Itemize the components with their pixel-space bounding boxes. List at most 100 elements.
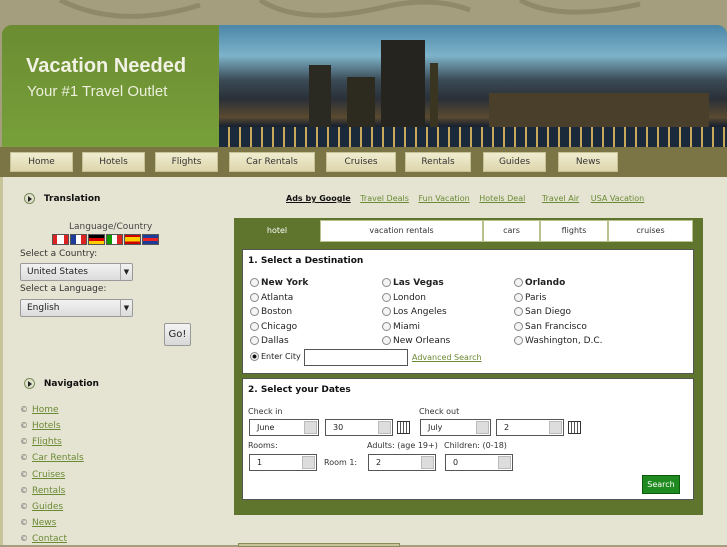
city-skyline-image — [219, 25, 727, 148]
arrow-bullet-icon — [24, 193, 35, 204]
sidenav-label[interactable]: Flights — [32, 437, 62, 447]
nav-flights[interactable]: Flights — [155, 152, 218, 172]
nav-news[interactable]: News — [558, 152, 618, 172]
country-select[interactable]: United States ▼ — [20, 263, 133, 281]
bullet-icon: © — [20, 437, 28, 446]
calendar-icon[interactable] — [568, 421, 581, 434]
sidenav-cruises[interactable]: © Cruises — [20, 470, 65, 480]
navigation-title: Navigation — [43, 379, 99, 389]
nav-home[interactable]: Home — [10, 152, 73, 172]
language-select[interactable]: English ▼ — [20, 299, 133, 317]
brand-panel: Vacation Needed Your #1 Travel Outlet — [2, 25, 219, 148]
sidenav-home[interactable]: © Home — [20, 405, 59, 415]
adults-select[interactable]: 2 — [368, 454, 436, 471]
sidenav-label[interactable]: Cruises — [32, 470, 65, 480]
flag-france-icon[interactable] — [70, 234, 87, 245]
bullet-icon: © — [20, 405, 28, 414]
checkin-month-select[interactable]: June — [249, 419, 319, 436]
sidenav-label[interactable]: Hotels — [32, 421, 61, 431]
dest-san-francisco[interactable]: San Francisco — [514, 322, 587, 332]
dest-paris[interactable]: Paris — [514, 293, 546, 303]
bottom-box — [238, 543, 400, 547]
navigation-heading: Navigation — [24, 378, 99, 389]
sidenav-guides[interactable]: © Guides — [20, 502, 63, 512]
dest-dallas[interactable]: Dallas — [250, 336, 289, 346]
site-title: Vacation Needed — [26, 55, 187, 77]
tab-flights[interactable]: flights — [540, 220, 608, 242]
country-value: United States — [27, 267, 88, 277]
rooms-label: Rooms: — [248, 441, 278, 450]
sidenav-car-rentals[interactable]: © Car Rentals — [20, 453, 84, 463]
flag-italy-icon[interactable] — [106, 234, 123, 245]
dest-chicago[interactable]: Chicago — [250, 322, 297, 332]
dates-box: 2. Select your Dates Check in Check out … — [242, 378, 694, 500]
ads-by-google-link[interactable]: Ads by Google — [286, 194, 351, 203]
translation-heading: Translation — [24, 193, 100, 204]
search-button[interactable]: Search — [642, 475, 680, 494]
dest-new-york[interactable]: New York — [250, 278, 308, 288]
rooms-select[interactable]: 1 — [249, 454, 317, 471]
ad-link[interactable]: Hotels Deal — [479, 194, 525, 203]
flag-spain-icon[interactable] — [124, 234, 141, 245]
checkin-day-select[interactable]: 30 — [325, 419, 393, 436]
sidenav-label[interactable]: Guides — [32, 502, 63, 512]
tab-vacation-rentals[interactable]: vacation rentals — [320, 220, 483, 242]
dest-las-vegas[interactable]: Las Vegas — [382, 278, 444, 288]
ad-link[interactable]: Travel Deals — [360, 194, 409, 203]
decorative-swirl — [58, 0, 641, 19]
ad-link[interactable]: Travel Air — [542, 194, 579, 203]
ad-link[interactable]: USA Vacation — [591, 194, 644, 203]
checkout-day-select[interactable]: 2 — [496, 419, 564, 436]
sidenav-label[interactable]: Home — [32, 405, 59, 415]
sidenav-label[interactable]: Car Rentals — [32, 453, 84, 463]
enter-city-radio[interactable]: Enter City — [250, 352, 301, 361]
dest-san-diego[interactable]: San Diego — [514, 307, 571, 317]
flag-uk-icon[interactable] — [142, 234, 159, 245]
dest-los-angeles[interactable]: Los Angeles — [382, 307, 447, 317]
sidenav-flights[interactable]: © Flights — [20, 437, 62, 447]
checkout-label: Check out — [419, 407, 460, 416]
translation-title: Translation — [43, 194, 101, 204]
destination-box: 1. Select a Destination New York Atlanta… — [242, 249, 694, 374]
bullet-icon: © — [20, 421, 28, 430]
sidenav-label[interactable]: Rentals — [32, 486, 65, 496]
bullet-icon: © — [20, 486, 28, 495]
flag-germany-icon[interactable] — [88, 234, 105, 245]
checkout-month-select[interactable]: July — [420, 419, 491, 436]
sidenav-hotels[interactable]: © Hotels — [20, 421, 61, 431]
nav-car-rentals[interactable]: Car Rentals — [229, 152, 315, 172]
sidenav-label[interactable]: News — [32, 518, 56, 528]
dest-atlanta[interactable]: Atlanta — [250, 293, 293, 303]
dest-boston[interactable]: Boston — [250, 307, 292, 317]
nav-cruises[interactable]: Cruises — [326, 152, 396, 172]
nav-rentals[interactable]: Rentals — [405, 152, 471, 172]
nav-guides[interactable]: Guides — [483, 152, 546, 172]
bullet-icon: © — [20, 518, 28, 527]
tab-cars[interactable]: cars — [483, 220, 540, 242]
dest-miami[interactable]: Miami — [382, 322, 420, 332]
nav-hotels[interactable]: Hotels — [82, 152, 145, 172]
go-button[interactable]: Go! — [164, 323, 191, 346]
flag-canada-icon[interactable] — [52, 234, 69, 245]
tab-cruises[interactable]: cruises — [608, 220, 693, 242]
sidenav-label[interactable]: Contact — [32, 534, 67, 544]
sidenav-contact[interactable]: © Contact — [20, 534, 67, 544]
bullet-icon: © — [20, 502, 28, 511]
ad-link[interactable]: Fun Vacation — [418, 194, 469, 203]
dest-new-orleans[interactable]: New Orleans — [382, 336, 450, 346]
language-value: English — [27, 303, 60, 313]
children-select[interactable]: 0 — [445, 454, 513, 471]
advanced-search-link[interactable]: Advanced Search — [412, 353, 482, 362]
language-label: Select a Language: — [20, 284, 107, 294]
dest-washington[interactable]: Washington, D.C. — [514, 336, 603, 346]
bullet-icon: © — [20, 534, 28, 543]
dest-london[interactable]: London — [382, 293, 426, 303]
sidenav-news[interactable]: © News — [20, 518, 56, 528]
flags-row — [52, 234, 160, 248]
city-input[interactable] — [304, 349, 408, 366]
tab-hotel[interactable]: hotel — [234, 220, 320, 242]
sidenav-rentals[interactable]: © Rentals — [20, 486, 65, 496]
calendar-icon[interactable] — [397, 421, 410, 434]
dest-orlando[interactable]: Orlando — [514, 278, 565, 288]
search-panel: hotel vacation rentals cars flights crui… — [234, 218, 703, 515]
